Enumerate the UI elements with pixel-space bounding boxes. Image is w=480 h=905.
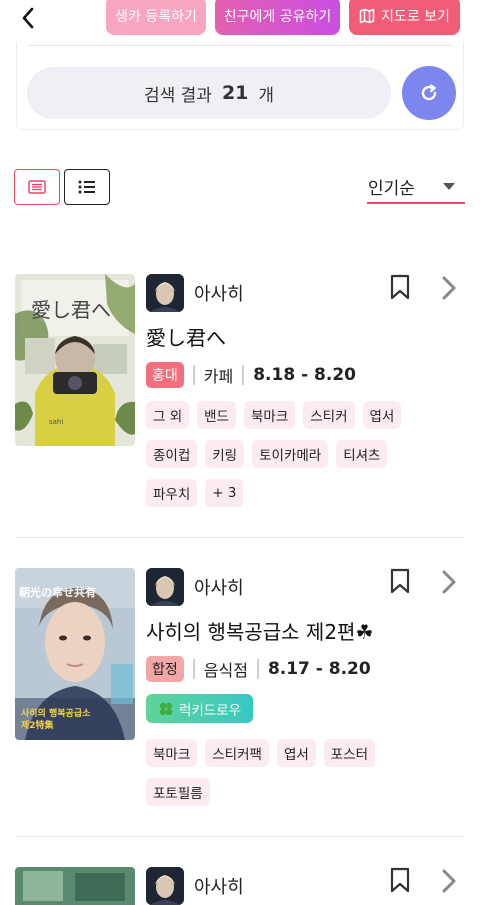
- item-thumbnail[interactable]: sahi 愛し君へ: [15, 274, 135, 446]
- date-range: 8.17 - 8.20: [267, 659, 371, 679]
- tag: 그 외: [146, 401, 190, 429]
- chevron-right-icon: [442, 869, 456, 893]
- tag: 종이컵: [146, 440, 198, 468]
- avatar-image: [146, 274, 184, 312]
- bookmark-button[interactable]: [389, 568, 413, 596]
- tag: 엽서: [276, 739, 316, 767]
- top-bar: 생카 등록하기 친구에게 공유하기 지도로 보기: [0, 0, 480, 40]
- tag: 티셔츠: [336, 440, 388, 468]
- refresh-button[interactable]: [402, 66, 456, 120]
- date-range: 8.18 - 8.20: [253, 365, 356, 385]
- map-view-button[interactable]: 지도로 보기: [349, 0, 460, 35]
- tag: 밴드: [197, 401, 236, 429]
- tag-more[interactable]: + 3: [205, 479, 244, 507]
- list-item[interactable]: sahi 愛し君へ 아사히 愛し君へ 홍대 카페 8.18 - 8.20 그 외…: [15, 274, 465, 514]
- divider: [256, 659, 259, 679]
- thumbnail-subtitle: 사히의 행복공급소 제2特集: [21, 709, 91, 731]
- username: 아사히: [194, 284, 244, 305]
- bookmark-icon: [390, 867, 410, 893]
- avatar: [146, 568, 184, 606]
- region-badge: 합정: [146, 656, 184, 682]
- avatar-image: [146, 568, 184, 606]
- detail-chevron[interactable]: [441, 276, 459, 302]
- category-label: 음식점: [203, 661, 248, 680]
- list-item[interactable]: 朝光の幸せ共有 사히의 행복공급소 제2特集 아사히 사히의 행복공급소 제2편…: [15, 568, 465, 808]
- sort-selected: 인기순: [368, 178, 415, 199]
- register-cafe-button[interactable]: 생카 등록하기: [106, 0, 206, 35]
- tag: 북마크: [243, 401, 296, 429]
- bookmark-icon: [390, 568, 410, 594]
- item-meta: 홍대 카페 8.18 - 8.20: [146, 362, 356, 388]
- tag-list: 그 외 밴드 북마크 스티커 엽서 종이컵 키링 토이카메라 티셔츠 파우치 +…: [146, 401, 408, 507]
- lucky-draw-label: 럭키드로우: [178, 702, 242, 719]
- avatar: [146, 867, 184, 905]
- category-label: 카페: [203, 367, 234, 386]
- divider: [192, 365, 195, 385]
- detail-chevron[interactable]: [441, 869, 459, 895]
- card-view-toggle[interactable]: [14, 169, 60, 205]
- username: 아사히: [194, 877, 244, 898]
- divider: [192, 659, 195, 679]
- share-friends-label: 친구에게 공유하기: [223, 8, 332, 25]
- thumbnail-image: [15, 867, 135, 905]
- thumbnail-title: 朝光の幸せ共有: [19, 586, 96, 599]
- share-friends-button[interactable]: 친구에게 공유하기: [215, 0, 340, 35]
- divider: [242, 365, 245, 385]
- sort-dropdown[interactable]: 인기순: [367, 170, 465, 204]
- chevron-right-icon: [442, 570, 456, 594]
- chevron-right-icon: [442, 276, 456, 300]
- bookmark-button[interactable]: [389, 274, 413, 302]
- result-prefix: 검색 결과: [143, 85, 212, 106]
- bookmark-button[interactable]: [389, 867, 413, 895]
- tag: 스티커: [303, 401, 355, 429]
- tag: 스티커팩: [205, 739, 269, 767]
- refresh-icon: [421, 84, 437, 101]
- tag: 북마크: [146, 739, 198, 767]
- item-meta: 합정 음식점 8.17 - 8.20: [146, 656, 371, 682]
- item-title[interactable]: 愛し君へ: [146, 322, 226, 351]
- tag: 포스터: [323, 739, 376, 767]
- card-view-icon: [28, 180, 46, 194]
- username: 아사히: [194, 578, 244, 599]
- item-title[interactable]: 사히의 행복공급소 제2편☘: [146, 616, 373, 645]
- avatar: [146, 274, 184, 312]
- region-badge: 홍대: [146, 362, 184, 388]
- map-icon: [359, 8, 375, 23]
- result-count: 21: [221, 82, 249, 104]
- register-cafe-label: 생카 등록하기: [115, 8, 197, 25]
- map-view-label: 지도로 보기: [381, 8, 450, 25]
- item-thumbnail[interactable]: [15, 867, 135, 905]
- list-view-toggle[interactable]: [64, 169, 110, 205]
- result-count-box: 검색 결과 21 개: [27, 67, 391, 119]
- tag: 키링: [205, 440, 245, 468]
- result-suffix: 개: [258, 85, 275, 106]
- list-item[interactable]: 아사히: [15, 867, 465, 905]
- list-view-icon: [78, 180, 95, 194]
- divider: [27, 45, 453, 46]
- thumbnail-title: 愛し君へ: [31, 298, 111, 322]
- svg-text:sahi: sahi: [49, 418, 63, 426]
- caret-down-icon: [443, 182, 455, 190]
- lucky-draw-badge: 럭키드로우: [146, 694, 253, 723]
- back-button[interactable]: [14, 4, 42, 32]
- tag: 포토필름: [146, 778, 210, 806]
- chevron-left-icon: [22, 7, 34, 29]
- bookmark-icon: [390, 274, 410, 300]
- avatar-image: [146, 867, 184, 905]
- clover-icon: [159, 702, 173, 715]
- divider: [15, 537, 465, 538]
- tag-list: 북마크 스티커팩 엽서 포스터 포토필름: [146, 739, 408, 806]
- search-result-card: 검색 결과 21 개: [16, 42, 464, 130]
- tag: 토이카메라: [252, 440, 329, 468]
- divider: [15, 836, 465, 837]
- tag: 엽서: [362, 401, 402, 429]
- tag: 파우치: [146, 479, 198, 507]
- detail-chevron[interactable]: [441, 570, 459, 596]
- item-thumbnail[interactable]: 朝光の幸せ共有 사히의 행복공급소 제2特集: [15, 568, 135, 740]
